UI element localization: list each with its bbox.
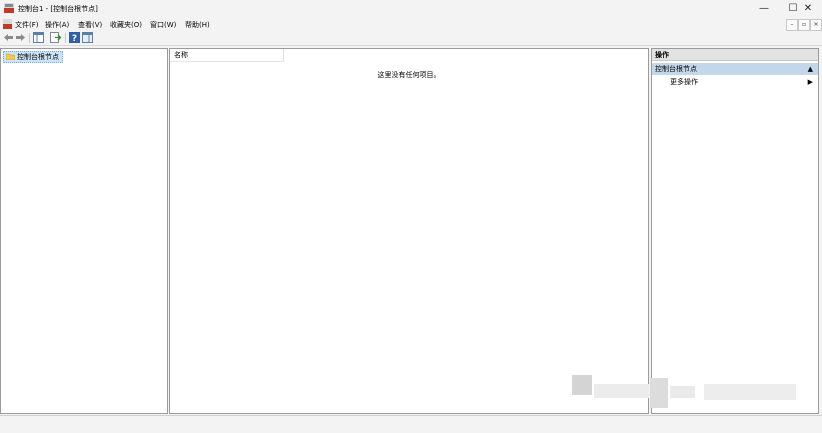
menu-file[interactable]: 文件(F) bbox=[15, 20, 39, 30]
close-button[interactable]: ✕ bbox=[794, 0, 822, 18]
show-hide-tree-icon[interactable] bbox=[33, 32, 44, 43]
svg-text:?: ? bbox=[72, 34, 77, 43]
collapse-triangle-icon[interactable]: ▲ bbox=[808, 63, 813, 75]
action-more-actions[interactable]: 更多操作 ▶ bbox=[652, 77, 818, 88]
menu-bar: 文件(F) 操作(A) 查看(V) 收藏夹(O) 窗口(W) 帮助(H) bbox=[0, 18, 822, 31]
menu-action[interactable]: 操作(A) bbox=[45, 20, 69, 30]
mmc-window: 控制台1 - [控制台根节点] — ☐ ✕ 文件(F) 操作(A) 查看(V) … bbox=[0, 0, 822, 433]
export-list-icon[interactable] bbox=[50, 32, 61, 43]
show-hide-action-pane-icon[interactable] bbox=[82, 32, 93, 43]
menu-favorites[interactable]: 收藏夹(O) bbox=[110, 20, 142, 30]
actions-section-console-root[interactable]: 控制台根节点 ▲ bbox=[652, 63, 818, 75]
minimize-button[interactable]: — bbox=[750, 0, 778, 18]
actions-section-title: 控制台根节点 bbox=[655, 65, 697, 73]
results-pane: 名称 这里没有任何项目。 bbox=[169, 48, 649, 414]
help-icon[interactable]: ? bbox=[69, 32, 80, 43]
menu-view[interactable]: 查看(V) bbox=[78, 20, 102, 30]
blurred-watermark bbox=[670, 386, 695, 398]
blurred-watermark bbox=[650, 378, 668, 408]
mdi-minimize-button[interactable]: – bbox=[786, 19, 798, 31]
column-header-name[interactable]: 名称 bbox=[170, 49, 284, 62]
menu-help[interactable]: 帮助(H) bbox=[185, 20, 210, 30]
back-arrow-icon[interactable] bbox=[3, 32, 14, 43]
blurred-watermark bbox=[594, 384, 649, 398]
tree-item-console-root[interactable]: 控制台根节点 bbox=[3, 51, 63, 63]
console-tree-pane: 控制台根节点 bbox=[0, 48, 168, 414]
mdi-close-button[interactable]: × bbox=[810, 19, 822, 31]
toolbar-separator bbox=[65, 33, 66, 43]
actions-pane-header: 操作 bbox=[652, 49, 818, 61]
tree-item-label: 控制台根节点 bbox=[17, 53, 59, 61]
title-bar: 控制台1 - [控制台根节点] — ☐ ✕ bbox=[0, 0, 822, 18]
status-bar bbox=[0, 415, 822, 433]
submenu-arrow-icon: ▶ bbox=[807, 78, 813, 86]
mmc-menu-icon[interactable] bbox=[3, 19, 12, 29]
folder-icon bbox=[6, 53, 15, 60]
toolbar: ? bbox=[0, 31, 822, 46]
empty-list-message: 这里没有任何项目。 bbox=[377, 71, 441, 79]
actions-pane: 操作 控制台根节点 ▲ 更多操作 ▶ bbox=[651, 48, 819, 414]
blurred-watermark bbox=[572, 375, 592, 395]
blurred-watermark bbox=[704, 384, 796, 400]
mdi-restore-button[interactable]: ▫ bbox=[798, 19, 810, 31]
window-title: 控制台1 - [控制台根节点] bbox=[18, 5, 98, 13]
forward-arrow-icon[interactable] bbox=[15, 32, 26, 43]
action-label: 更多操作 bbox=[670, 78, 698, 86]
menu-window[interactable]: 窗口(W) bbox=[150, 20, 176, 30]
mmc-app-icon bbox=[4, 3, 14, 13]
toolbar-separator bbox=[29, 33, 30, 43]
